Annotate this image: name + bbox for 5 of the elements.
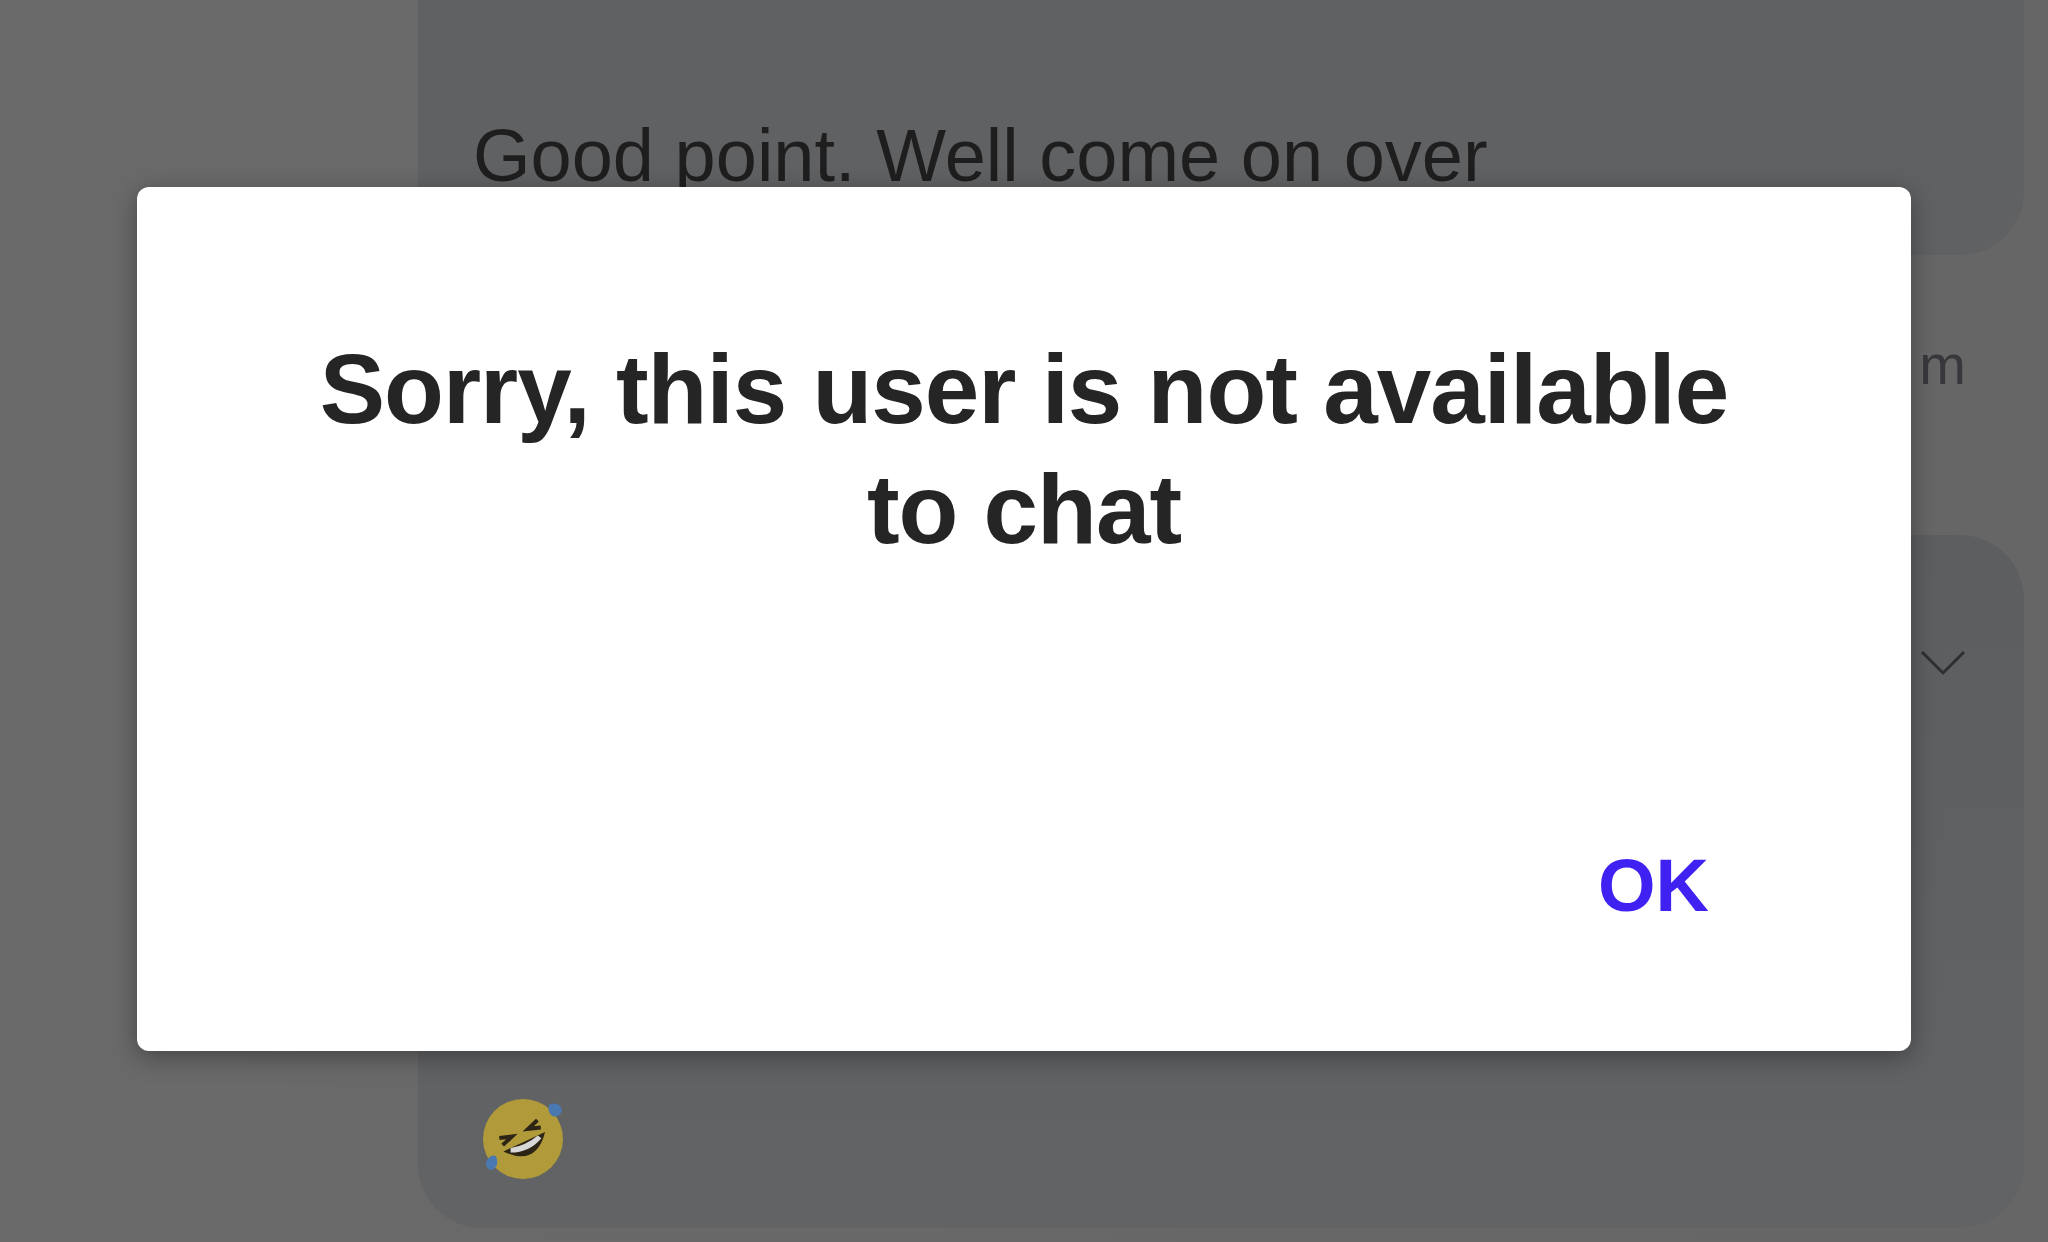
ok-button[interactable]: OK — [1568, 841, 1739, 931]
message-text: Good point. Well come on over — [473, 119, 1488, 193]
chevron-down-icon — [1920, 650, 1966, 676]
laughing-emoji-icon — [480, 1096, 566, 1182]
dialog-title: Sorry, this user is not available to chat — [318, 333, 1730, 566]
